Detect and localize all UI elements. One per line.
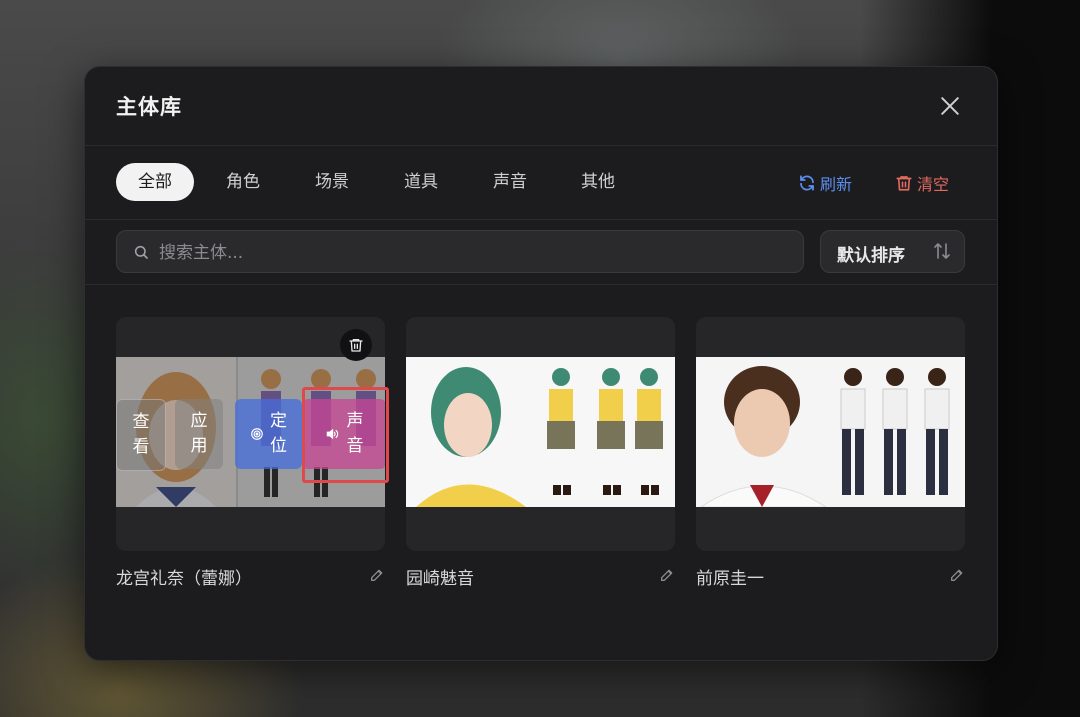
- clear-button[interactable]: 清空: [895, 171, 949, 195]
- card-name: 龙宫礼奈（蕾娜）: [116, 569, 252, 589]
- tab-scene[interactable]: 场景: [298, 163, 366, 201]
- character-sheet-image: [406, 357, 675, 507]
- edit-icon[interactable]: [659, 567, 675, 583]
- trash-icon: [896, 176, 912, 191]
- tab-character[interactable]: 角色: [209, 163, 277, 201]
- view-label-1: 查: [132, 412, 150, 432]
- view-label-2: 看: [132, 437, 150, 457]
- voice-button[interactable]: 声 音: [302, 399, 385, 469]
- search-input[interactable]: [157, 231, 791, 274]
- close-icon[interactable]: [937, 93, 963, 119]
- sort-arrows-icon: [934, 243, 950, 259]
- tab-voice[interactable]: 声音: [476, 163, 544, 201]
- subject-card[interactable]: [696, 317, 965, 551]
- locate-label-1: 定: [270, 411, 287, 431]
- dialog-title: 主体库: [116, 95, 182, 119]
- sort-label: 默认排序: [837, 246, 905, 266]
- category-tabs: 全部 角色 场景 道具 声音 其他 刷新 清空: [85, 146, 997, 220]
- locate-button[interactable]: 定 位: [235, 399, 302, 469]
- refresh-button[interactable]: 刷新: [798, 171, 852, 195]
- sort-select[interactable]: 默认排序: [820, 230, 965, 273]
- tab-prop[interactable]: 道具: [387, 163, 455, 201]
- trash-icon: [349, 339, 363, 352]
- tab-all[interactable]: 全部: [116, 163, 194, 201]
- search-icon: [134, 245, 148, 259]
- subject-library-dialog: 主体库 全部 角色 场景 道具 声音 其他 刷新 清空 搜索主体... 默认排序…: [84, 66, 998, 661]
- refresh-icon: [800, 175, 814, 191]
- search-box: [116, 230, 804, 274]
- character-sheet-image: [696, 357, 965, 507]
- refresh-label: 刷新: [820, 175, 853, 194]
- subject-thumbnail: [696, 357, 965, 507]
- locate-label-2: 位: [270, 436, 287, 456]
- subject-thumbnail: [406, 357, 675, 507]
- dialog-header: 主体库: [85, 67, 997, 146]
- voice-label-1: 声: [346, 411, 364, 431]
- subject-card[interactable]: 查 看 应 用 定 位 声 音: [116, 317, 385, 551]
- card-name: 前原圭一: [696, 569, 764, 589]
- edit-icon[interactable]: [949, 567, 965, 583]
- apply-button[interactable]: 应 用: [175, 399, 223, 469]
- apply-label-2: 用: [190, 436, 208, 456]
- voice-label-2: 音: [346, 436, 364, 456]
- target-icon: [251, 428, 263, 440]
- apply-label-1: 应: [190, 411, 208, 431]
- search-row: 默认排序: [85, 220, 997, 285]
- view-button[interactable]: 查 看: [116, 399, 166, 471]
- delete-card-button[interactable]: [340, 329, 372, 361]
- card-name: 园崎魅音: [406, 569, 474, 589]
- subject-card[interactable]: [406, 317, 675, 551]
- speaker-icon: [326, 428, 338, 440]
- edit-icon[interactable]: [369, 567, 385, 583]
- tab-other[interactable]: 其他: [564, 163, 632, 201]
- clear-label: 清空: [917, 175, 950, 194]
